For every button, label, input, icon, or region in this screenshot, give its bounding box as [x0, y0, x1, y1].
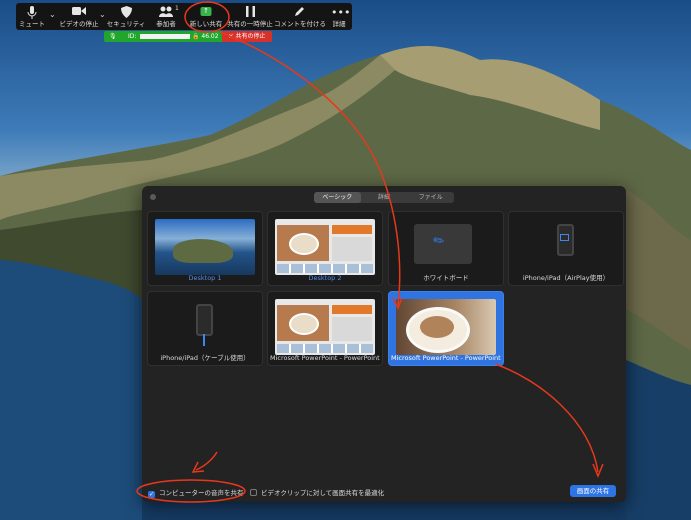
highlight-circle-share-audio — [136, 479, 246, 503]
arrow-to-window-tile — [219, 31, 401, 306]
arrow-to-share-button — [494, 363, 599, 473]
highlight-circle-new-share — [184, 1, 230, 33]
tutorial-annotations — [136, 1, 604, 503]
arrow-to-share-audio — [195, 451, 218, 471]
